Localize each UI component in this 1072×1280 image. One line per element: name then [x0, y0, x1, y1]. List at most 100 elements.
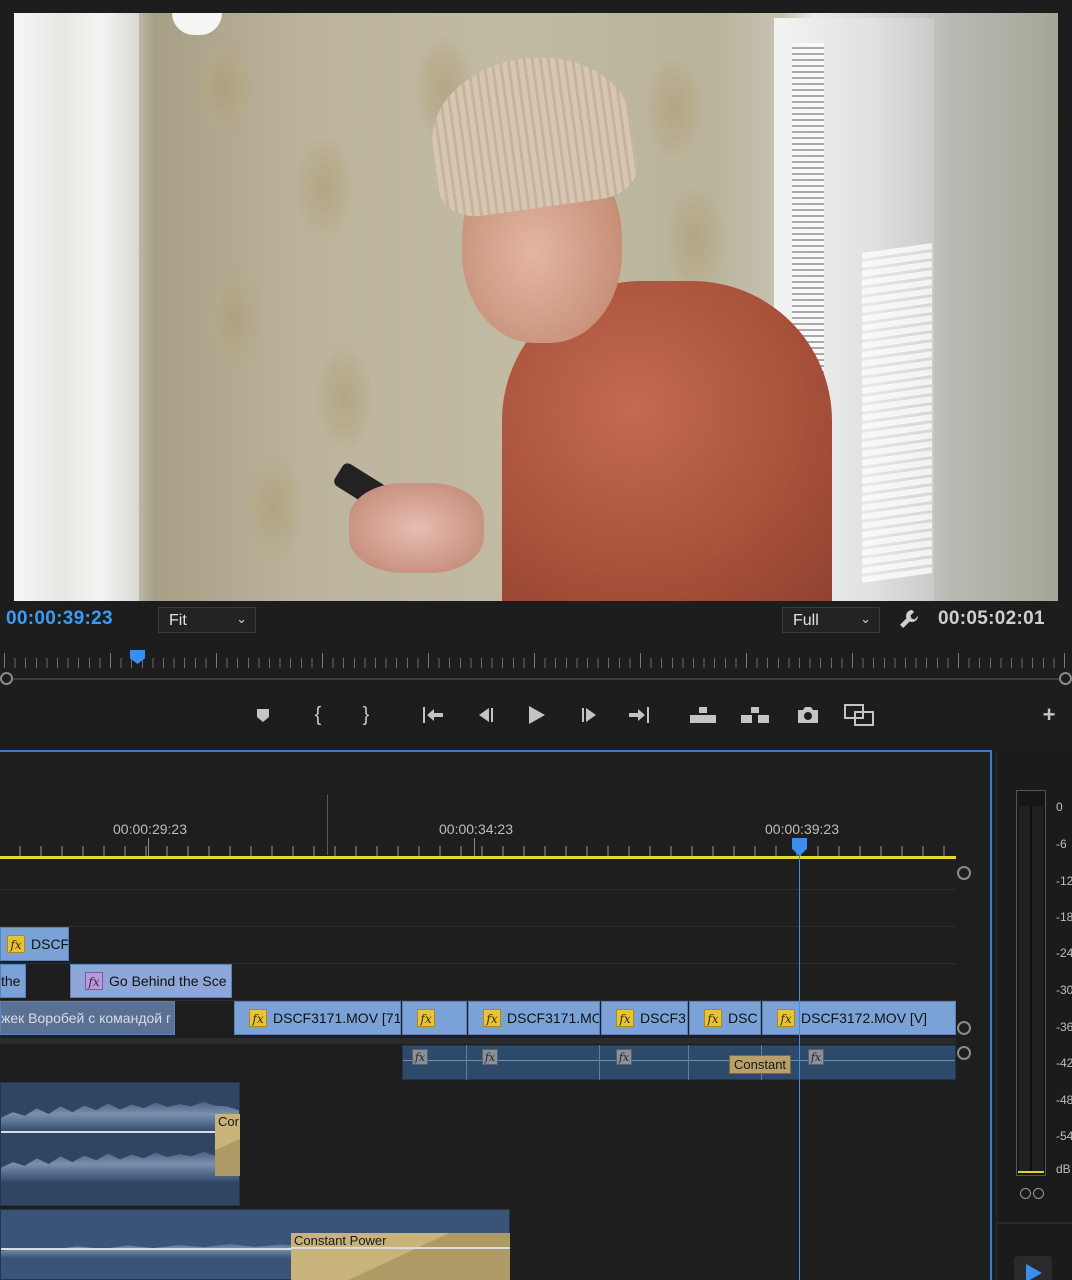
clip-label: DSCF3172.MOV [V] [801, 1010, 928, 1026]
compare-view-icon[interactable] [844, 700, 874, 730]
clip-v1-dscf3171-b[interactable]: fx DSCF3171.MO [468, 1001, 600, 1035]
solo-left-button[interactable] [1020, 1188, 1031, 1199]
extract-icon[interactable] [740, 700, 770, 730]
clip-label: DSCF3171.MOV [71, [273, 1010, 400, 1026]
audio-clip-a2[interactable] [0, 1082, 240, 1206]
fx-badge-icon: fx [808, 1049, 824, 1065]
ruler-label: 00:00:34:23 [439, 821, 513, 837]
video-scroll-handle-bottom[interactable] [957, 1021, 971, 1035]
wallpaper-pattern [194, 33, 254, 143]
clip-label: DSCF3171.MO [507, 1010, 599, 1026]
mark-in-icon[interactable]: { [303, 700, 333, 730]
clip-label: Go Behind the Sce [109, 973, 227, 989]
video-audio-divider[interactable] [0, 1038, 956, 1044]
ruler-label: 00:00:39:23 [765, 821, 839, 837]
clip-label: DSCF3 [640, 1010, 686, 1026]
timeline-ruler-ticks[interactable] [0, 846, 956, 856]
playback-resolution-select[interactable]: Full ⌄ [782, 607, 880, 633]
transition-constant-a1[interactable]: Constant [729, 1055, 792, 1074]
wallpaper-pattern [294, 133, 354, 243]
chevron-down-icon: ⌄ [236, 611, 247, 626]
db-label: dB [1056, 1162, 1071, 1176]
clip-v1-dscf3171-a[interactable]: fx DSCF3171.MOV [71, [234, 1001, 401, 1035]
fx-badge-icon: fx [704, 1009, 722, 1027]
clip-v2-the[interactable]: the [0, 964, 26, 998]
ruler-label: 00:00:29:23 [113, 821, 187, 837]
clip-label: DSC [728, 1010, 758, 1026]
timeline-playhead-line[interactable] [799, 838, 800, 1280]
lift-icon[interactable] [688, 700, 718, 730]
go-to-in-icon[interactable] [418, 700, 448, 730]
clip-edge [599, 1045, 600, 1080]
clip-edge [688, 1045, 689, 1080]
solo-right-button[interactable] [1033, 1188, 1044, 1199]
wallpaper-pattern [644, 53, 704, 163]
db-label: -42 [1056, 1056, 1072, 1070]
zoom-handle-left[interactable] [0, 672, 13, 685]
monitor-zoom-scrollbar[interactable] [6, 678, 1066, 680]
db-label: -30 [1056, 983, 1072, 997]
step-back-icon[interactable] [470, 700, 500, 730]
fx-badge-icon: fx [616, 1009, 634, 1027]
wallpaper-pattern [664, 183, 724, 293]
db-label: -12 [1056, 874, 1072, 888]
export-frame-icon[interactable] [793, 700, 823, 730]
clip-label: жек Воробей с командой г [1, 1010, 172, 1026]
wallpaper-pattern [314, 343, 374, 453]
db-label: -48 [1056, 1093, 1072, 1107]
db-label: -6 [1056, 837, 1067, 851]
audio-scroll-handle-top[interactable] [957, 1046, 971, 1060]
db-label: 0 [1056, 800, 1063, 814]
track-divider [0, 926, 956, 927]
video-scroll-handle-top[interactable] [957, 866, 971, 880]
meter-peak [1018, 1171, 1044, 1173]
video-preview[interactable] [14, 13, 1058, 601]
volume-line[interactable] [1, 1131, 239, 1133]
add-button-icon[interactable]: + [1034, 700, 1064, 730]
work-area-bar[interactable] [0, 856, 956, 859]
playback-resolution-value: Full [793, 612, 819, 629]
db-label: -36 [1056, 1020, 1072, 1034]
fx-badge-icon: fx [483, 1009, 501, 1027]
clip-label: DSCF [31, 936, 68, 952]
play-icon[interactable] [1014, 1256, 1052, 1280]
waveform [1, 1101, 239, 1133]
fx-badge-icon: fx [482, 1049, 498, 1065]
fx-badge-icon: fx [777, 1009, 795, 1027]
transition-constant-power[interactable]: Constant Power [291, 1233, 510, 1280]
person-hands [349, 483, 484, 573]
step-forward-icon[interactable] [575, 700, 605, 730]
panel-divider [996, 1222, 1072, 1224]
marker-icon[interactable] [248, 700, 278, 730]
curtain [14, 13, 139, 601]
clip-v1-dscf3172[interactable]: fx DSCF3172.MOV [V] [762, 1001, 956, 1035]
clip-v1-russian-title[interactable]: жек Воробей с командой г [0, 1001, 175, 1035]
clip-edge [466, 1045, 467, 1080]
zoom-handle-right[interactable] [1059, 672, 1072, 685]
track-divider [0, 889, 956, 890]
waveform [1, 1151, 239, 1183]
clip-v2-go-behind[interactable]: fx Go Behind the Sce [70, 964, 232, 998]
wrench-icon[interactable] [898, 608, 920, 630]
monitor-time-ruler[interactable] [0, 650, 1072, 672]
fx-badge-icon: fx [412, 1049, 428, 1065]
playhead-timecode[interactable]: 00:00:39:23 [6, 608, 113, 630]
db-label: -24 [1056, 946, 1072, 960]
clip-v1-dscf3[interactable]: fx DSCF3 [601, 1001, 688, 1035]
wallpaper-pattern [204, 263, 264, 373]
clip-v3-dscf[interactable]: fx DSCF [0, 927, 69, 961]
clip-v1-dsc[interactable]: fx DSC [689, 1001, 761, 1035]
meter-channels [1019, 806, 1043, 1172]
go-to-out-icon[interactable] [624, 700, 654, 730]
zoom-level-value: Fit [169, 612, 187, 629]
mark-out-icon[interactable]: } [351, 700, 381, 730]
zoom-level-select[interactable]: Fit ⌄ [158, 607, 256, 633]
transition-a2[interactable]: Cor [215, 1114, 240, 1176]
wallpaper-pattern [244, 453, 304, 563]
ceiling-lamp [172, 13, 222, 35]
clip-v1-short[interactable]: fx [402, 1001, 467, 1035]
ruler-major-ticks [4, 653, 1068, 668]
play-icon[interactable] [521, 700, 551, 730]
db-label: -54 [1056, 1129, 1072, 1143]
sunlight [862, 243, 932, 583]
